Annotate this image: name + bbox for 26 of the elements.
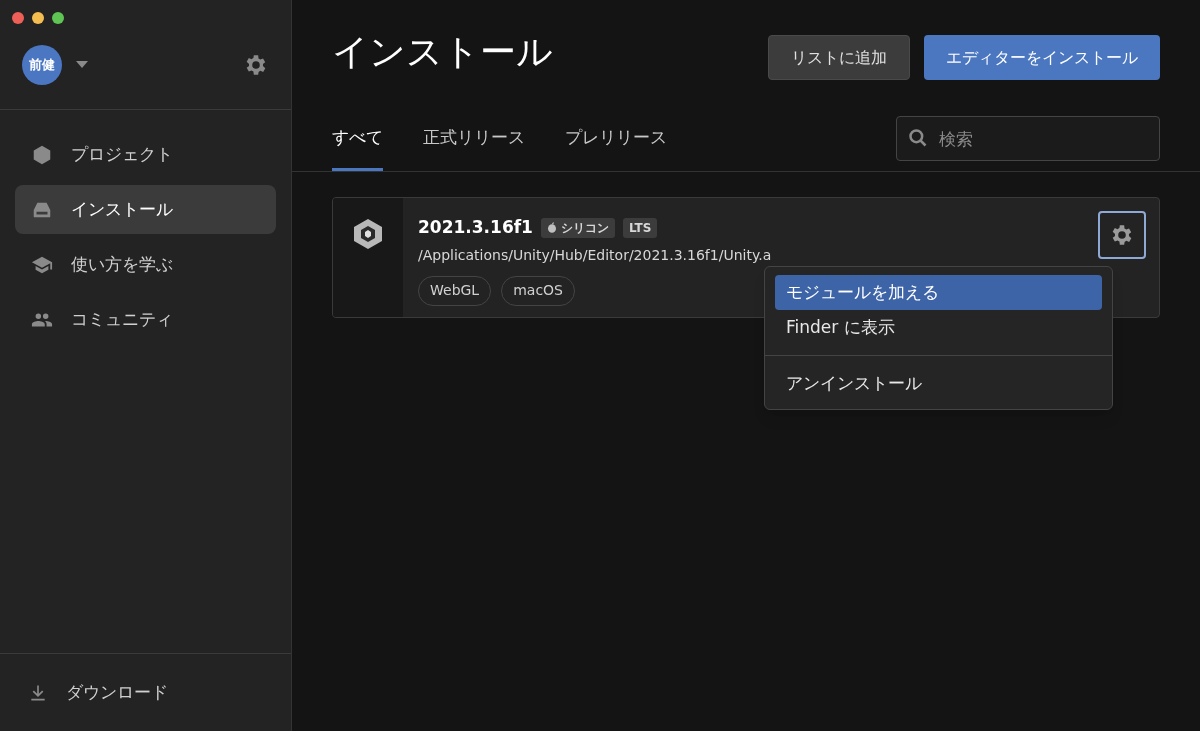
add-to-list-button[interactable]: リストに追加 — [768, 35, 910, 80]
tab[interactable]: すべて — [332, 124, 383, 171]
settings-button[interactable] — [1098, 211, 1146, 259]
menu-item[interactable]: モジュールを加える — [775, 275, 1102, 310]
version-label: 2021.3.16f1 — [418, 216, 533, 239]
install-editor-button[interactable]: エディターをインストール — [924, 35, 1160, 80]
sidebar-item[interactable]: インストール — [15, 185, 276, 234]
tab[interactable]: プレリリース — [565, 124, 667, 171]
menu-item[interactable]: アンインストール — [775, 366, 1102, 401]
download-label[interactable]: ダウンロード — [66, 679, 168, 706]
search-field[interactable]: 検索 — [896, 116, 1160, 161]
caret-icon[interactable] — [76, 60, 88, 69]
sidebar-item[interactable]: コミュニティ — [15, 295, 276, 344]
sidebar-item[interactable]: 使い方を学ぶ — [15, 240, 276, 289]
sidebar-item[interactable]: プロジェクト — [15, 130, 276, 179]
tab[interactable]: 正式リリース — [423, 124, 525, 171]
badge: LTS — [622, 217, 658, 238]
page-title: インストール — [332, 30, 554, 74]
badge: シリコン — [540, 217, 615, 238]
user-avatar[interactable]: 前健 — [22, 44, 62, 85]
cube-icon — [31, 143, 53, 166]
install-path: /Applications/Unity/Hub/Editor/2021.3.16f1/Unity.a — [418, 245, 772, 265]
apple-icon — [546, 222, 557, 234]
search-icon — [908, 128, 928, 148]
menu-item[interactable]: Finder に表示 — [775, 310, 1102, 345]
cube-logo-icon — [352, 218, 384, 250]
